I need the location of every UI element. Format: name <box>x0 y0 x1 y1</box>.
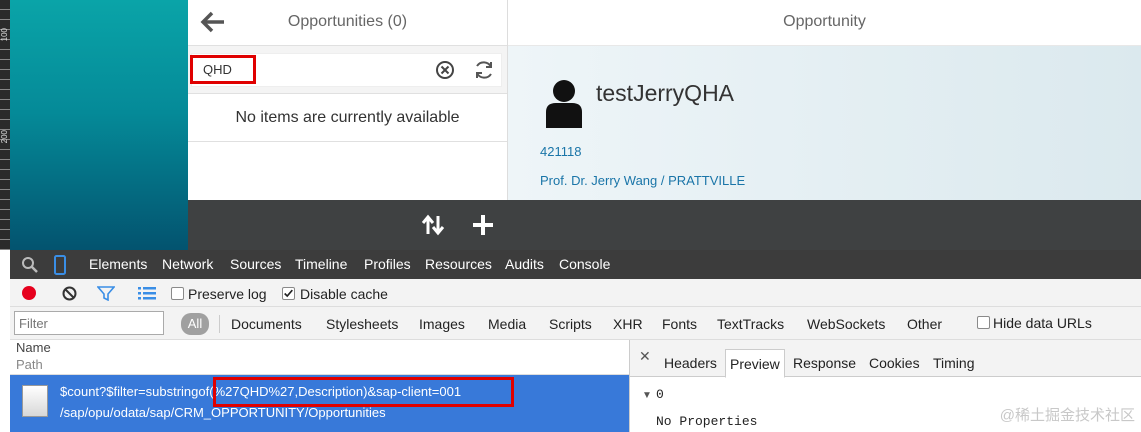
clear-icon[interactable] <box>62 286 77 301</box>
checkmark-icon <box>284 289 293 298</box>
annotation-highlight <box>213 377 514 407</box>
ruler-label: 100 <box>0 28 9 42</box>
filter-images[interactable]: Images <box>419 316 465 332</box>
preview-empty-text: No Properties <box>656 414 758 429</box>
inspect-search-icon[interactable] <box>21 256 39 274</box>
device-mode-icon[interactable] <box>54 255 66 275</box>
tab-cookies[interactable]: Cookies <box>869 355 920 371</box>
tab-resources[interactable]: Resources <box>425 256 492 272</box>
detail-tabs: ✕ Headers Preview Response Cookies Timin… <box>630 340 1141 378</box>
tab-headers[interactable]: Headers <box>664 355 717 371</box>
hide-data-urls-label: Hide data URLs <box>993 315 1092 331</box>
contact-link[interactable]: Prof. Dr. Jerry Wang / PRATTVILLE <box>540 173 745 188</box>
tab-preview[interactable]: Preview <box>725 349 785 378</box>
filter-all-button[interactable]: All <box>181 313 209 335</box>
opportunity-id: 421118 <box>540 144 582 159</box>
detail-title: Opportunity <box>508 0 1141 46</box>
tab-network[interactable]: Network <box>162 256 213 272</box>
tab-sources[interactable]: Sources <box>230 256 281 272</box>
requests-column-header: Name Path <box>10 340 629 375</box>
person-icon <box>546 80 582 128</box>
expand-triangle-icon[interactable]: ▼ <box>642 390 652 401</box>
filter-scripts[interactable]: Scripts <box>549 316 592 332</box>
vertical-ruler: 100 200 <box>0 0 10 250</box>
filter-input[interactable] <box>14 311 164 335</box>
tab-console[interactable]: Console <box>559 256 610 272</box>
tab-audits[interactable]: Audits <box>505 256 544 272</box>
request-detail-pane: ✕ Headers Preview Response Cookies Timin… <box>629 340 1141 432</box>
opportunity-name: testJerryQHA <box>596 80 735 106</box>
clear-search-icon[interactable] <box>435 60 455 80</box>
shell-background <box>10 0 188 250</box>
master-list: Opportunities (0) QHD No items are curre… <box>188 0 508 200</box>
ruler-label: 200 <box>0 130 9 144</box>
add-icon[interactable] <box>472 214 494 236</box>
devtools-toolbar: Elements Network Sources Timeline Profil… <box>10 250 1141 279</box>
document-icon <box>22 385 48 417</box>
network-toolbar: Preserve log Disable cache <box>10 279 1141 307</box>
network-filter-bar: All Documents Stylesheets Images Media S… <box>10 307 1141 340</box>
disable-cache-checkbox[interactable] <box>282 287 295 300</box>
tab-response[interactable]: Response <box>793 355 856 371</box>
column-path: Path <box>16 357 43 372</box>
filter-icon[interactable] <box>97 286 115 301</box>
disable-cache-label: Disable cache <box>300 286 388 302</box>
close-icon[interactable]: ✕ <box>639 348 651 365</box>
master-title: Opportunities (0) <box>287 13 408 30</box>
filter-texttracks[interactable]: TextTracks <box>717 316 784 332</box>
refresh-icon[interactable] <box>473 59 495 81</box>
tab-timeline[interactable]: Timeline <box>295 256 347 272</box>
app-footer-toolbar <box>188 200 1141 250</box>
tab-timing[interactable]: Timing <box>933 355 975 371</box>
filter-fonts[interactable]: Fonts <box>662 316 697 332</box>
divider <box>219 315 220 333</box>
detail-object-header: testJerryQHA 421118 Prof. Dr. Jerry Wang… <box>508 46 1141 200</box>
preview-root: 0 <box>656 387 664 402</box>
filter-other[interactable]: Other <box>907 316 942 332</box>
preserve-log-checkbox[interactable] <box>171 287 184 300</box>
watermark: @稀土掘金技术社区 <box>999 407 1135 424</box>
preserve-log-label: Preserve log <box>188 286 267 302</box>
tab-profiles[interactable]: Profiles <box>364 256 411 272</box>
empty-list-message: No items are currently available <box>188 94 507 142</box>
request-path: /sap/opu/odata/sap/CRM_OPPORTUNITY/Oppor… <box>60 405 386 420</box>
table-row[interactable]: $count?$filter=substringof(%27QHD%27,Des… <box>10 375 629 432</box>
search-value[interactable]: QHD <box>190 55 256 84</box>
sort-icon[interactable] <box>421 214 445 236</box>
hide-data-urls-checkbox[interactable] <box>977 316 990 329</box>
filter-stylesheets[interactable]: Stylesheets <box>326 316 398 332</box>
large-rows-icon[interactable] <box>138 286 156 300</box>
column-name[interactable]: Name <box>16 340 51 355</box>
search-bar: QHD <box>188 46 507 94</box>
filter-media[interactable]: Media <box>488 316 526 332</box>
detail-page: Opportunity testJerryQHA 421118 Prof. Dr… <box>508 0 1141 200</box>
master-header: Opportunities (0) <box>188 0 507 46</box>
tab-elements[interactable]: Elements <box>89 256 147 272</box>
filter-xhr[interactable]: XHR <box>613 316 643 332</box>
filter-websockets[interactable]: WebSockets <box>807 316 885 332</box>
filter-documents[interactable]: Documents <box>231 316 302 332</box>
record-icon[interactable] <box>22 286 36 300</box>
